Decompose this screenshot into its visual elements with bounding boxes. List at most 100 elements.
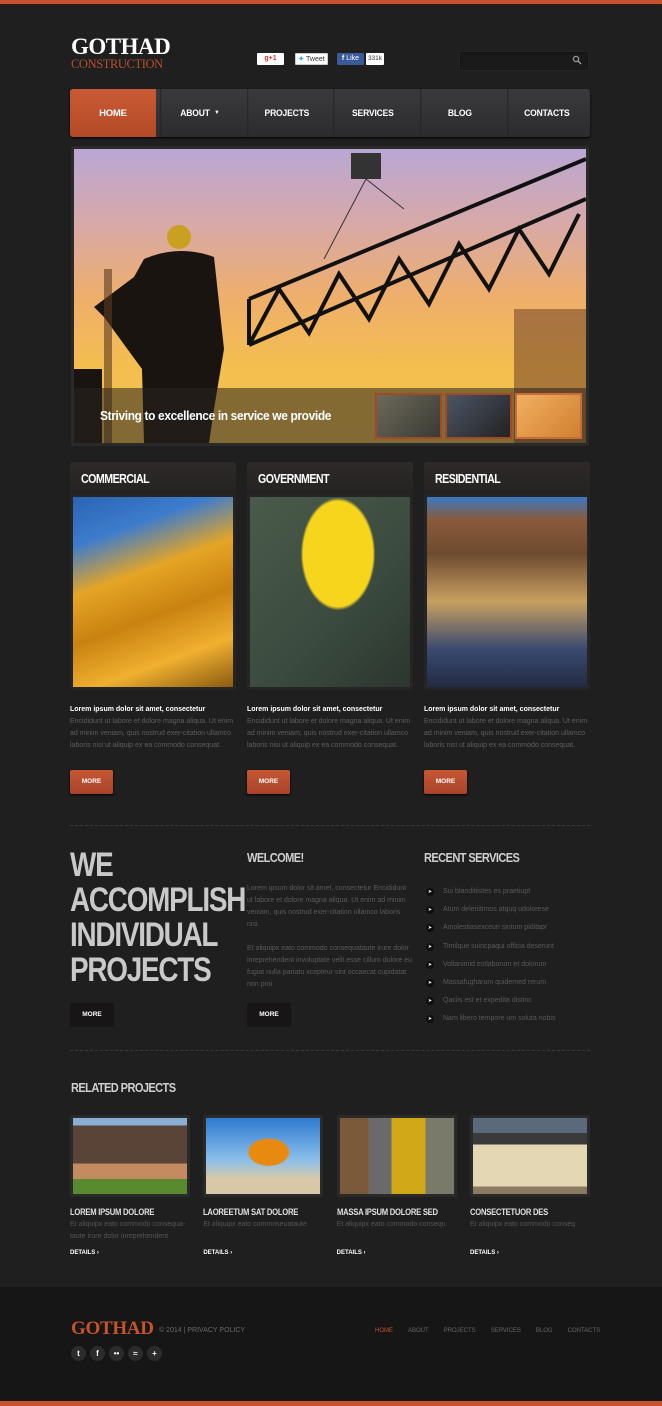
footer-nav-about[interactable]: ABOUT <box>408 1328 429 1334</box>
footer-social: t f •• ≈ + <box>71 1346 162 1361</box>
card-image-crane[interactable] <box>73 497 233 687</box>
footer-logo[interactable]: GOTHAD <box>71 1318 154 1340</box>
more-button[interactable]: MORE <box>70 770 113 794</box>
search-box <box>459 51 589 71</box>
details-link[interactable]: DETAILS › <box>70 1250 190 1256</box>
more-button[interactable]: MORE <box>424 770 467 794</box>
footer-nav-contacts[interactable]: CONTACTS <box>568 1328 601 1334</box>
promo-headline: WE ACCOMPLISH INDIVIDUAL PROJECTS <box>70 848 246 988</box>
related-projects: LOREM IPSUM DOLORE Et aliquipx eato comm… <box>70 1115 590 1256</box>
footer-nav-projects[interactable]: PROJECTS <box>444 1328 476 1334</box>
main-nav: HOME ABOUT ▼ PROJECTS SERVICES BLOG CONTA… <box>70 89 590 137</box>
nav-blog[interactable]: BLOG <box>420 89 499 137</box>
card-image-hardhat[interactable] <box>250 497 410 687</box>
facebook-icon: f <box>341 55 345 62</box>
tweet-button[interactable]: ✦ Tweet <box>295 53 328 65</box>
card-image-frame <box>247 494 413 690</box>
project-image-building[interactable] <box>472 1118 587 1194</box>
top-accent-bar <box>0 0 662 5</box>
promo-line: ACCOMPLISH <box>70 881 246 919</box>
footer-nav-blog[interactable]: BLOG <box>536 1328 553 1334</box>
nav-about[interactable]: ABOUT ▼ <box>160 89 238 137</box>
welcome-title: WELCOME! <box>247 850 304 865</box>
plus-icon[interactable]: + <box>147 1346 162 1361</box>
twitter-icon[interactable]: t <box>71 1346 86 1361</box>
section-divider <box>70 1050 590 1051</box>
nav-projects[interactable]: PROJECTS <box>246 89 325 137</box>
rss-icon[interactable]: ≈ <box>128 1346 143 1361</box>
service-cards: COMMERCIAL Lorem ipsum dolor sit amet, c… <box>70 462 590 794</box>
slider-thumbnails <box>375 393 582 439</box>
card-image-bridge[interactable] <box>427 497 587 687</box>
site-logo[interactable]: GOTHAD CONSTRUCTION <box>71 34 171 71</box>
arrow-bullet-icon: ➤ <box>426 1015 434 1024</box>
project-image-modern-house[interactable] <box>73 1118 187 1194</box>
details-link[interactable]: DETAILS › <box>470 1250 590 1256</box>
arrow-bullet-icon: ➤ <box>426 960 434 969</box>
hero-slider[interactable]: Striving to excellence in service we pro… <box>71 146 589 446</box>
list-item-text: Timilque suincpaqui officia deserunt <box>443 942 554 950</box>
card-body: Encididunt ut labore et dolore magna ali… <box>70 718 234 749</box>
google-plus-button[interactable]: g+1 <box>257 53 284 65</box>
slider-thumbnail-3[interactable] <box>515 393 582 439</box>
project-image-excavator[interactable] <box>206 1118 321 1194</box>
list-item[interactable]: ➤ Qaciis est et expedita distinc <box>424 992 590 1010</box>
nav-services[interactable]: SERVICES <box>333 89 412 137</box>
footer-nav-services[interactable]: SERVICES <box>491 1328 521 1334</box>
related-project-item: LOREM IPSUM DOLORE Et aliquipx eato comm… <box>70 1115 190 1256</box>
nav-contacts-label: CONTACTS <box>524 107 570 119</box>
more-button[interactable]: MORE <box>247 770 290 794</box>
list-item[interactable]: ➤ Amolestiasexceuri sintum piditapr <box>424 919 590 937</box>
project-text: Et aliquipx eato commodo consequ <box>336 1221 446 1228</box>
nav-about-label: ABOUT <box>180 107 210 119</box>
slider-thumbnail-2[interactable] <box>445 393 512 439</box>
list-item[interactable]: ➤ Sui blanditiistes es praetiupt <box>424 883 590 901</box>
footer-nav-home[interactable]: HOME <box>375 1328 393 1334</box>
welcome-more-button[interactable]: MORE <box>247 1003 291 1027</box>
details-link[interactable]: DETAILS › <box>337 1250 457 1256</box>
arrow-bullet-icon: ➤ <box>426 924 434 933</box>
card-commercial: COMMERCIAL Lorem ipsum dolor sit amet, c… <box>70 462 236 794</box>
list-item[interactable]: ➤ Atum delenitimos atquq udolorese <box>424 901 590 919</box>
list-item-text: Vollanimid estlaborum et dolorum <box>443 960 547 968</box>
nav-contacts[interactable]: CONTACTS <box>507 89 585 137</box>
card-title-text: RESIDENTIAL <box>435 472 501 486</box>
arrow-bullet-icon: ➤ <box>426 979 434 988</box>
footer-nav: HOME ABOUT PROJECTS SERVICES BLOG CONTAC… <box>375 1328 600 1334</box>
project-title[interactable]: MASSA IPSUM DOLORE SED <box>337 1207 439 1217</box>
welcome-paragraph-1: Lorem ipsum dolor sit amet, consectetur … <box>247 885 407 928</box>
list-item[interactable]: ➤ Vollanimid estlaborum et dolorum <box>424 956 590 974</box>
project-image-worker-excavator[interactable] <box>339 1118 454 1194</box>
nav-projects-label: PROJECTS <box>264 107 309 119</box>
logo-tagline: CONSTRUCTION <box>71 57 163 71</box>
search-icon[interactable] <box>572 55 582 65</box>
project-title[interactable]: LOREM IPSUM DOLORE <box>70 1207 172 1217</box>
search-input[interactable] <box>460 53 560 71</box>
facebook-like-count: 331k <box>366 53 384 65</box>
slider-thumbnail-1[interactable] <box>375 393 442 439</box>
flickr-icon[interactable]: •• <box>109 1346 124 1361</box>
list-item[interactable]: ➤ Timilque suincpaqui officia deserunt <box>424 938 590 956</box>
list-item[interactable]: ➤ Massafugharum quidemed rerum <box>424 974 590 992</box>
slider-caption: Striving to excellence in service we pro… <box>100 408 332 423</box>
facebook-like-button[interactable]: f Like <box>337 53 364 65</box>
list-item[interactable]: ➤ Nam libero tempore um soluta nobis <box>424 1010 590 1028</box>
arrow-bullet-icon: ➤ <box>426 997 434 1006</box>
nav-home-label: HOME <box>99 107 127 119</box>
promo-more-button[interactable]: MORE <box>70 1003 114 1027</box>
card-image-frame <box>424 494 590 690</box>
bottom-accent-bar <box>0 1401 662 1406</box>
details-link[interactable]: DETAILS › <box>203 1250 323 1256</box>
facebook-icon[interactable]: f <box>90 1346 105 1361</box>
card-lead: Lorem ipsum dolor sit amet, consectetur <box>424 706 560 713</box>
section-divider <box>70 825 590 826</box>
list-item-text: Qaciis est et expedita distinc <box>443 997 532 1005</box>
logo-name: GOTHAD <box>71 34 171 59</box>
card-lead: Lorem ipsum dolor sit amet, consectetur <box>70 706 206 713</box>
nav-home[interactable]: HOME <box>70 89 156 137</box>
card-body: Encididunt ut labore et dolore magna ali… <box>247 718 411 749</box>
footer-copyright[interactable]: © 2014 | PRIVACY POLICY <box>159 1327 245 1334</box>
project-title[interactable]: CONSECTETUOR DES <box>470 1207 572 1217</box>
project-title[interactable]: LAOREETUM SAT DOLORE <box>203 1207 305 1217</box>
list-item-text: Atum delenitimos atquq udolorese <box>443 906 549 914</box>
